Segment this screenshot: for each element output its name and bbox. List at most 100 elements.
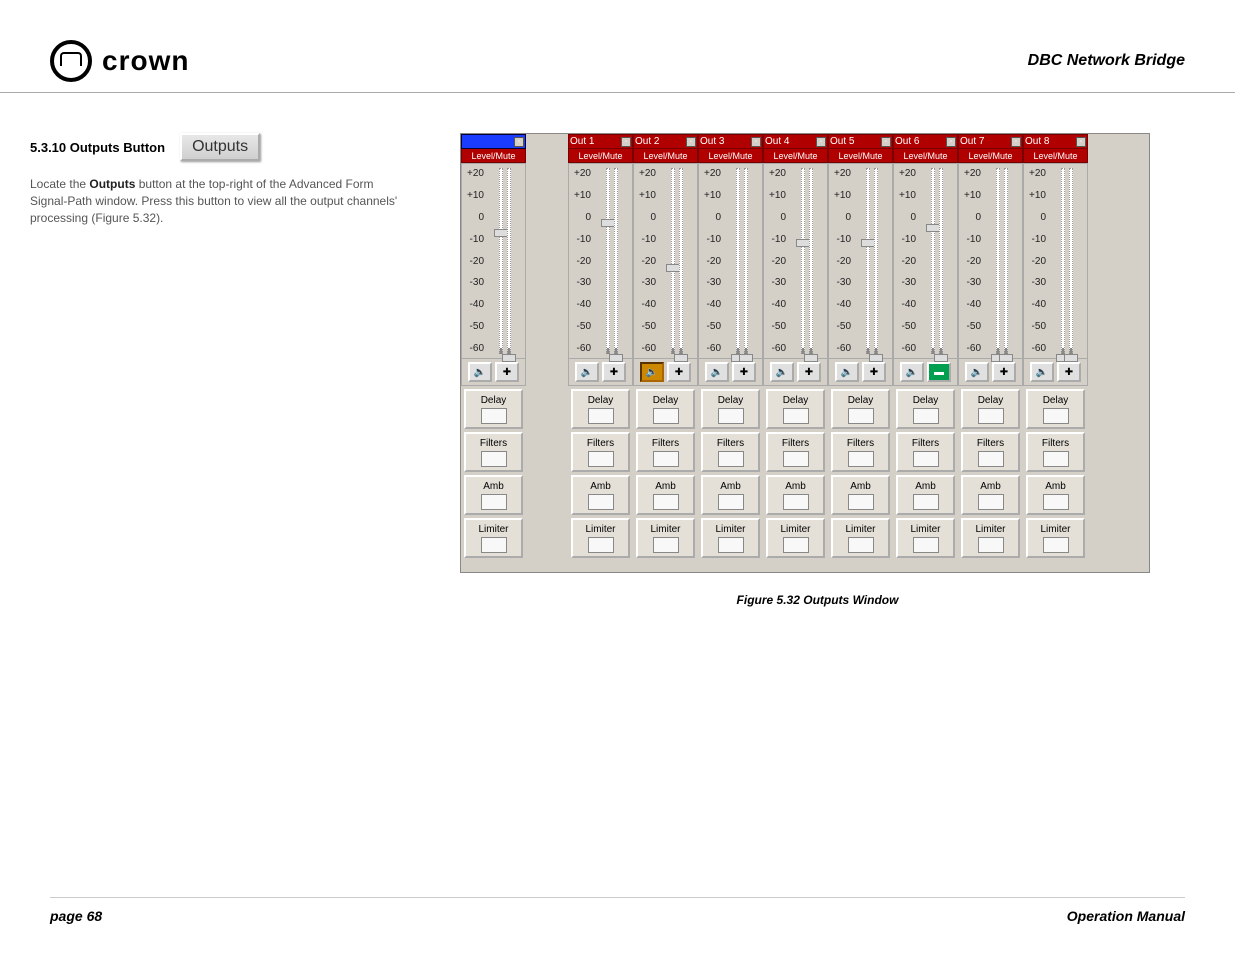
limiter-button[interactable]: Limiter <box>896 518 955 558</box>
speaker-button[interactable]: 🔈 <box>705 362 729 382</box>
speaker-button[interactable]: 🔈 <box>770 362 794 382</box>
channel-header[interactable]: Out 4▫ <box>763 134 828 149</box>
channel-header[interactable]: ▫ <box>461 134 526 149</box>
fader-thumb[interactable] <box>934 354 948 362</box>
fader-thumb[interactable] <box>502 354 516 362</box>
fader-track[interactable] <box>1069 168 1073 354</box>
minimize-icon[interactable]: ▫ <box>1076 137 1086 147</box>
fader-thumb[interactable] <box>926 224 940 232</box>
limiter-button[interactable]: Limiter <box>464 518 523 558</box>
minimize-icon[interactable]: ▫ <box>686 137 696 147</box>
delay-button[interactable]: Delay <box>831 389 890 429</box>
speaker-button[interactable]: 🔈 <box>900 362 924 382</box>
fader-track[interactable] <box>1061 168 1065 354</box>
fader-thumb[interactable] <box>609 354 623 362</box>
channel-header[interactable]: Out 3▫ <box>698 134 763 149</box>
speaker-button[interactable]: 🔈 <box>640 362 664 382</box>
fader-thumb[interactable] <box>869 354 883 362</box>
filters-button[interactable]: Filters <box>571 432 630 472</box>
channel-header[interactable]: Out 8▫ <box>1023 134 1088 149</box>
limiter-button[interactable]: Limiter <box>961 518 1020 558</box>
fader-track[interactable] <box>1004 168 1008 354</box>
fader-track[interactable] <box>606 168 610 354</box>
delay-button[interactable]: Delay <box>571 389 630 429</box>
fader-track[interactable] <box>931 168 935 354</box>
fader-thumb[interactable] <box>601 219 615 227</box>
amb-button[interactable]: Amb <box>961 475 1020 515</box>
fader-thumb[interactable] <box>666 264 680 272</box>
fader-track[interactable] <box>866 168 870 354</box>
amb-button[interactable]: Amb <box>464 475 523 515</box>
delay-button[interactable]: Delay <box>1026 389 1085 429</box>
limiter-button[interactable]: Limiter <box>571 518 630 558</box>
plus-button[interactable]: ✚ <box>732 362 756 382</box>
fader-track[interactable] <box>939 168 943 354</box>
fader-track[interactable] <box>801 168 805 354</box>
filters-button[interactable]: Filters <box>1026 432 1085 472</box>
fader-track[interactable] <box>679 168 683 354</box>
minimize-icon[interactable]: ▫ <box>1011 137 1021 147</box>
minimize-icon[interactable]: ▫ <box>751 137 761 147</box>
fader-thumb[interactable] <box>494 229 508 237</box>
channel-header[interactable]: Out 6▫ <box>893 134 958 149</box>
filters-button[interactable]: Filters <box>701 432 760 472</box>
minimize-icon[interactable]: ▫ <box>816 137 826 147</box>
filters-button[interactable]: Filters <box>766 432 825 472</box>
limiter-button[interactable]: Limiter <box>766 518 825 558</box>
plus-button[interactable]: ✚ <box>1057 362 1081 382</box>
channel-header[interactable]: Out 7▫ <box>958 134 1023 149</box>
limiter-button[interactable]: Limiter <box>1026 518 1085 558</box>
speaker-button[interactable]: 🔈 <box>1030 362 1054 382</box>
outputs-button[interactable]: Outputs <box>180 133 260 161</box>
filters-button[interactable]: Filters <box>464 432 523 472</box>
channel-header[interactable]: Out 5▫ <box>828 134 893 149</box>
plus-button[interactable]: ✚ <box>797 362 821 382</box>
minimize-icon[interactable]: ▫ <box>621 137 631 147</box>
fader-track[interactable] <box>499 168 503 354</box>
filters-button[interactable]: Filters <box>961 432 1020 472</box>
minimize-icon[interactable]: ▫ <box>946 137 956 147</box>
delay-button[interactable]: Delay <box>636 389 695 429</box>
fader-thumb[interactable] <box>674 354 688 362</box>
speaker-button[interactable]: 🔈 <box>835 362 859 382</box>
speaker-button[interactable]: 🔈 <box>965 362 989 382</box>
channel-header[interactable]: Out 2▫ <box>633 134 698 149</box>
fader-track[interactable] <box>507 168 511 354</box>
limiter-button[interactable]: Limiter <box>701 518 760 558</box>
plus-button[interactable]: ✚ <box>667 362 691 382</box>
plus-button[interactable]: ✚ <box>495 362 519 382</box>
plus-button[interactable]: ✚ <box>602 362 626 382</box>
delay-button[interactable]: Delay <box>701 389 760 429</box>
fader-track[interactable] <box>671 168 675 354</box>
channel-header[interactable]: Out 1▫ <box>568 134 633 149</box>
fader-thumb[interactable] <box>1064 354 1078 362</box>
filters-button[interactable]: Filters <box>896 432 955 472</box>
fader-thumb[interactable] <box>999 354 1013 362</box>
fader-track[interactable] <box>744 168 748 354</box>
minimize-icon[interactable]: ▫ <box>514 137 524 147</box>
amb-button[interactable]: Amb <box>896 475 955 515</box>
minimize-icon[interactable]: ▫ <box>881 137 891 147</box>
fader-track[interactable] <box>874 168 878 354</box>
delay-button[interactable]: Delay <box>896 389 955 429</box>
filters-button[interactable]: Filters <box>636 432 695 472</box>
amb-button[interactable]: Amb <box>831 475 890 515</box>
dash-button[interactable]: ▬ <box>927 362 951 382</box>
amb-button[interactable]: Amb <box>571 475 630 515</box>
amb-button[interactable]: Amb <box>701 475 760 515</box>
fader-thumb[interactable] <box>804 354 818 362</box>
speaker-button[interactable]: 🔈 <box>575 362 599 382</box>
fader-track[interactable] <box>996 168 1000 354</box>
amb-button[interactable]: Amb <box>636 475 695 515</box>
limiter-button[interactable]: Limiter <box>831 518 890 558</box>
plus-button[interactable]: ✚ <box>862 362 886 382</box>
fader-track[interactable] <box>736 168 740 354</box>
fader-thumb[interactable] <box>796 239 810 247</box>
fader-thumb[interactable] <box>861 239 875 247</box>
amb-button[interactable]: Amb <box>1026 475 1085 515</box>
fader-thumb[interactable] <box>739 354 753 362</box>
limiter-button[interactable]: Limiter <box>636 518 695 558</box>
delay-button[interactable]: Delay <box>464 389 523 429</box>
amb-button[interactable]: Amb <box>766 475 825 515</box>
speaker-button[interactable]: 🔈 <box>468 362 492 382</box>
